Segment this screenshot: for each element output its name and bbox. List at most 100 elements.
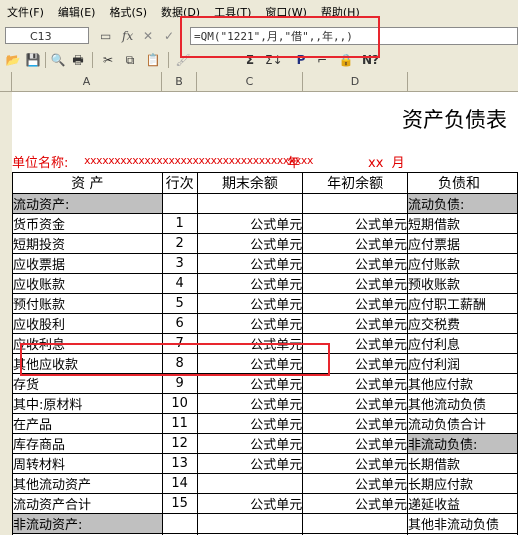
end-balance-cell[interactable]: 公式单元 xyxy=(196,353,304,374)
end-balance-cell[interactable]: 公式单元 xyxy=(196,413,304,434)
end-balance-cell[interactable]: 公式单元 xyxy=(196,313,304,334)
column-header-d[interactable]: D xyxy=(303,72,408,92)
asset-cell[interactable]: 应收股利 xyxy=(12,313,163,334)
column-header-b[interactable]: B xyxy=(162,72,197,92)
end-balance-cell[interactable]: 公式单元 xyxy=(196,213,304,234)
liability-cell[interactable]: 应付利息 xyxy=(407,333,518,354)
line-cell[interactable] xyxy=(161,513,198,534)
spreadsheet-grid[interactable]: 资产负债表 单位名称: xxxxxxxxxxxxxxxxxxxxxxxxxxxx… xyxy=(12,92,518,535)
line-cell[interactable]: 11 xyxy=(161,413,198,434)
begin-balance-cell[interactable]: 公式单元 xyxy=(302,233,409,254)
asset-cell[interactable]: 周转材料 xyxy=(12,453,163,474)
liability-cell[interactable]: 应付利润 xyxy=(407,353,518,374)
end-balance-cell[interactable]: 公式单元 xyxy=(196,253,304,274)
liability-cell[interactable]: 应交税费 xyxy=(407,313,518,334)
begin-balance-cell[interactable] xyxy=(302,193,409,214)
liability-cell[interactable]: 短期借款 xyxy=(407,213,518,234)
header-liabilities[interactable]: 负债和 xyxy=(407,172,518,194)
sum-icon[interactable]: Σ xyxy=(242,52,258,68)
name-box-dropdown-icon[interactable]: ▭ xyxy=(100,27,111,45)
liability-cell[interactable]: 流动负债合计 xyxy=(407,413,518,434)
line-cell[interactable]: 2 xyxy=(161,233,198,254)
liability-cell[interactable]: 其他流动负债 xyxy=(407,393,518,414)
print-icon[interactable]: 🖶 xyxy=(70,52,86,68)
menu-item-1[interactable]: 编辑(E) xyxy=(51,4,103,20)
begin-balance-cell[interactable] xyxy=(302,513,409,534)
function-icon[interactable]: fx xyxy=(122,27,133,45)
begin-balance-cell[interactable]: 公式单元 xyxy=(302,493,409,514)
copy-icon[interactable]: ⧉ xyxy=(122,52,138,68)
begin-balance-cell[interactable]: 公式单元 xyxy=(302,253,409,274)
asset-cell[interactable]: 应收票据 xyxy=(12,253,163,274)
end-balance-cell[interactable]: 公式单元 xyxy=(196,453,304,474)
begin-balance-cell[interactable]: 公式单元 xyxy=(302,393,409,414)
cut-icon[interactable]: ✂ xyxy=(100,52,116,68)
header-begin-balance[interactable]: 年初余额 xyxy=(302,172,409,194)
column-header-c[interactable]: C xyxy=(197,72,303,92)
asset-cell[interactable]: 流动资产: xyxy=(12,193,163,214)
end-balance-cell[interactable] xyxy=(196,513,304,534)
header-line[interactable]: 行次 xyxy=(161,172,198,194)
begin-balance-cell[interactable]: 公式单元 xyxy=(302,273,409,294)
liability-cell[interactable]: 应付职工薪酬 xyxy=(407,293,518,314)
begin-balance-cell[interactable]: 公式单元 xyxy=(302,333,409,354)
liability-cell[interactable]: 预收账款 xyxy=(407,273,518,294)
confirm-icon[interactable]: ✓ xyxy=(164,27,174,45)
cancel-icon[interactable]: ✕ xyxy=(143,27,153,45)
line-cell[interactable]: 1 xyxy=(161,213,198,234)
asset-cell[interactable]: 存货 xyxy=(12,373,163,394)
brush-icon[interactable]: 🖌 xyxy=(175,52,191,68)
column-header-a[interactable]: A xyxy=(12,72,162,92)
asset-cell[interactable]: 非流动资产: xyxy=(12,513,163,534)
liability-cell[interactable]: 流动负债: xyxy=(407,193,518,214)
liability-cell[interactable]: 应付账款 xyxy=(407,253,518,274)
end-balance-cell[interactable]: 公式单元 xyxy=(196,493,304,514)
select-all-corner[interactable] xyxy=(0,72,12,92)
formula-input[interactable]: =QM("1221",月,"借",,年,,) xyxy=(190,27,518,45)
begin-balance-cell[interactable]: 公式单元 xyxy=(302,313,409,334)
end-balance-cell[interactable]: 公式单元 xyxy=(196,373,304,394)
end-balance-cell[interactable]: 公式单元 xyxy=(196,293,304,314)
end-balance-cell[interactable]: 公式单元 xyxy=(196,273,304,294)
header-asset[interactable]: 资 产 xyxy=(12,172,163,194)
menu-item-4[interactable]: 工具(T) xyxy=(207,4,258,20)
line-cell[interactable]: 12 xyxy=(161,433,198,454)
asset-cell[interactable]: 其中:原材料 xyxy=(12,393,163,414)
liability-cell[interactable]: 非流动负债: xyxy=(407,433,518,454)
end-balance-cell[interactable] xyxy=(196,193,304,214)
menu-item-6[interactable]: 帮助(H) xyxy=(314,4,367,20)
paste-icon[interactable]: 📋 xyxy=(145,52,161,68)
header-end-balance[interactable]: 期末余额 xyxy=(196,172,304,194)
menu-item-5[interactable]: 窗口(W) xyxy=(258,4,313,20)
column-header-e[interactable] xyxy=(408,72,518,92)
lock-icon[interactable]: 🔒 xyxy=(338,52,354,68)
begin-balance-cell[interactable]: 公式单元 xyxy=(302,473,409,494)
liability-cell[interactable]: 递延收益 xyxy=(407,493,518,514)
line-cell[interactable]: 6 xyxy=(161,313,198,334)
print-preview-icon[interactable]: 🔍 xyxy=(50,52,66,68)
menu-item-3[interactable]: 数据(D) xyxy=(154,4,207,20)
line-cell[interactable]: 3 xyxy=(161,253,198,274)
line-cell[interactable]: 13 xyxy=(161,453,198,474)
liability-cell[interactable]: 其他应付款 xyxy=(407,373,518,394)
asset-cell[interactable]: 库存商品 xyxy=(12,433,163,454)
liability-cell[interactable]: 其他非流动负债 xyxy=(407,513,518,534)
chart-icon[interactable]: ⌐ xyxy=(314,52,330,68)
asset-cell[interactable]: 其他应收款 xyxy=(12,353,163,374)
line-cell[interactable] xyxy=(161,193,198,214)
end-balance-cell[interactable]: 公式单元 xyxy=(196,333,304,354)
open-icon[interactable]: 📂 xyxy=(5,52,21,68)
begin-balance-cell[interactable]: 公式单元 xyxy=(302,293,409,314)
begin-balance-cell[interactable]: 公式单元 xyxy=(302,453,409,474)
asset-cell[interactable]: 货币资金 xyxy=(12,213,163,234)
begin-balance-cell[interactable]: 公式单元 xyxy=(302,373,409,394)
asset-cell[interactable]: 流动资产合计 xyxy=(12,493,163,514)
asset-cell[interactable]: 在产品 xyxy=(12,413,163,434)
line-cell[interactable]: 7 xyxy=(161,333,198,354)
begin-balance-cell[interactable]: 公式单元 xyxy=(302,413,409,434)
end-balance-cell[interactable]: 公式单元 xyxy=(196,233,304,254)
begin-balance-cell[interactable]: 公式单元 xyxy=(302,213,409,234)
line-cell[interactable]: 8 xyxy=(161,353,198,374)
asset-cell[interactable]: 预付账款 xyxy=(12,293,163,314)
liability-cell[interactable]: 长期应付款 xyxy=(407,473,518,494)
